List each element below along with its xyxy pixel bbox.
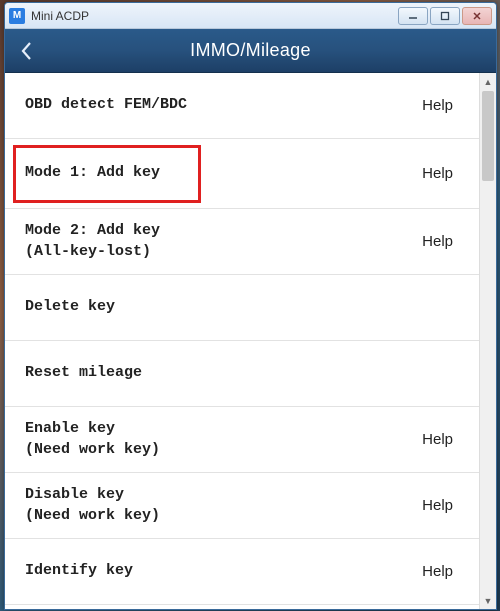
menu-item-label: Enable key (Need work key) [25,419,416,460]
chevron-left-icon [20,41,34,61]
scroll-down-arrow[interactable]: ▼ [480,592,496,609]
app-header: IMMO/Mileage [5,29,496,73]
help-button[interactable]: Help [416,559,459,584]
menu-item-label: OBD detect FEM/BDC [25,95,416,115]
help-button[interactable]: Help [416,161,459,186]
scroll-up-arrow[interactable]: ▲ [480,73,496,90]
menu-item-label: Disable key (Need work key) [25,485,416,526]
menu-item[interactable]: Mode 1: Add keyHelp [5,139,479,209]
scroll-thumb[interactable] [482,91,494,181]
back-button[interactable] [5,29,49,73]
menu-item[interactable]: OBD detect FEM/BDCHelp [5,73,479,139]
help-button[interactable]: Help [416,229,459,254]
page-title: IMMO/Mileage [5,40,496,61]
menu-item[interactable]: Delete key [5,275,479,341]
maximize-button[interactable] [430,7,460,25]
minimize-button[interactable] [398,7,428,25]
menu-item[interactable]: Enable key (Need work key)Help [5,407,479,473]
menu-item[interactable]: Disable key (Need work key)Help [5,473,479,539]
menu-item-label: Identify key [25,561,416,581]
app-icon: M [9,8,25,24]
menu-item-label: Reset mileage [25,363,459,383]
vertical-scrollbar[interactable]: ▲ ▼ [479,73,496,609]
titlebar[interactable]: M Mini ACDP [5,3,496,29]
menu-list: OBD detect FEM/BDCHelpMode 1: Add keyHel… [5,73,479,609]
menu-item[interactable]: Identify keyHelp [5,539,479,605]
help-button[interactable]: Help [416,93,459,118]
window-title: Mini ACDP [31,9,396,23]
menu-item-label: Mode 1: Add key [25,163,416,183]
window-controls [396,7,492,25]
close-button[interactable] [462,7,492,25]
menu-item[interactable]: Mode 2: Add key (All-key-lost)Help [5,209,479,275]
menu-item[interactable]: Reset mileage [5,341,479,407]
help-button[interactable]: Help [416,493,459,518]
help-button[interactable]: Help [416,427,459,452]
menu-item-label: Mode 2: Add key (All-key-lost) [25,221,416,262]
app-window: M Mini ACDP IMMO/Mileage OBD detect FEM/… [4,2,497,610]
menu-item-label: Delete key [25,297,459,317]
content: OBD detect FEM/BDCHelpMode 1: Add keyHel… [5,73,496,609]
